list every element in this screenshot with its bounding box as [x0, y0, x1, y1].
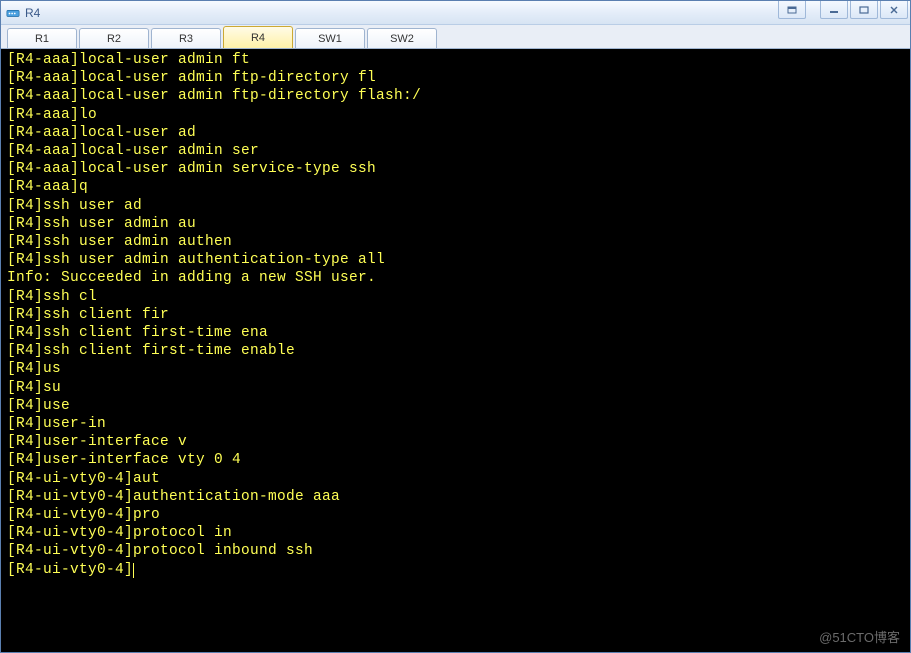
tab-label: R4 — [251, 32, 265, 44]
tab-label: R2 — [107, 33, 121, 45]
terminal-line: [R4-aaa]local-user admin ftp-directory f… — [7, 87, 904, 105]
terminal-line: [R4]ssh user admin authentication-type a… — [7, 251, 904, 269]
terminal-cursor — [133, 563, 134, 578]
terminal-line: Info: Succeeded in adding a new SSH user… — [7, 269, 904, 287]
window-minimize-button[interactable] — [820, 1, 848, 19]
tab-r3[interactable]: R3 — [151, 28, 221, 48]
window-close-button[interactable] — [880, 1, 908, 19]
tab-label: SW1 — [318, 33, 342, 45]
window-titlebar: R4 — [1, 1, 910, 25]
terminal-line: [R4]ssh cl — [7, 288, 904, 306]
terminal-line: [R4-aaa]lo — [7, 106, 904, 124]
terminal-line: [R4]ssh client fir — [7, 306, 904, 324]
terminal-line: [R4]su — [7, 379, 904, 397]
terminal-line: [R4-ui-vty0-4]authentication-mode aaa — [7, 488, 904, 506]
tab-r2[interactable]: R2 — [79, 28, 149, 48]
terminal-line: [R4-ui-vty0-4]protocol inbound ssh — [7, 542, 904, 560]
tab-bar: R1 R2 R3 R4 SW1 SW2 — [1, 25, 910, 49]
terminal-line: [R4]ssh user ad — [7, 197, 904, 215]
window-extra-button[interactable] — [778, 1, 806, 19]
terminal-line: [R4]user-in — [7, 415, 904, 433]
window-controls — [778, 1, 908, 19]
terminal-line: [R4]ssh client first-time enable — [7, 342, 904, 360]
terminal-line: [R4]ssh user admin authen — [7, 233, 904, 251]
terminal-pane[interactable]: [R4-aaa]local-user admin ft[R4-aaa]local… — [1, 49, 910, 652]
terminal-line: [R4]us — [7, 360, 904, 378]
terminal-line: [R4-ui-vty0-4]aut — [7, 470, 904, 488]
app-icon — [5, 5, 21, 21]
terminal-line: [R4-aaa]local-user admin ser — [7, 142, 904, 160]
terminal-line: [R4-aaa]local-user ad — [7, 124, 904, 142]
tab-sw2[interactable]: SW2 — [367, 28, 437, 48]
terminal-line: [R4]ssh client first-time ena — [7, 324, 904, 342]
terminal-line: [R4-aaa]local-user admin service-type ss… — [7, 160, 904, 178]
terminal-line: [R4-aaa]local-user admin ftp-directory f… — [7, 69, 904, 87]
tab-label: R3 — [179, 33, 193, 45]
terminal-line: [R4]user-interface v — [7, 433, 904, 451]
tab-r1[interactable]: R1 — [7, 28, 77, 48]
window-title: R4 — [25, 6, 906, 20]
tab-label: SW2 — [390, 33, 414, 45]
terminal-line: [R4-aaa]local-user admin ft — [7, 51, 904, 69]
window-maximize-button[interactable] — [850, 1, 878, 19]
tab-label: R1 — [35, 33, 49, 45]
terminal-line: [R4-ui-vty0-4]protocol in — [7, 524, 904, 542]
terminal-line: [R4]user-interface vty 0 4 — [7, 451, 904, 469]
tab-r4[interactable]: R4 — [223, 26, 293, 48]
terminal-line: [R4-aaa]q — [7, 178, 904, 196]
terminal-line: [R4-ui-vty0-4]pro — [7, 506, 904, 524]
terminal-line: [R4]use — [7, 397, 904, 415]
terminal-line: [R4]ssh user admin au — [7, 215, 904, 233]
terminal-prompt-line: [R4-ui-vty0-4] — [7, 561, 904, 579]
tab-sw1[interactable]: SW1 — [295, 28, 365, 48]
